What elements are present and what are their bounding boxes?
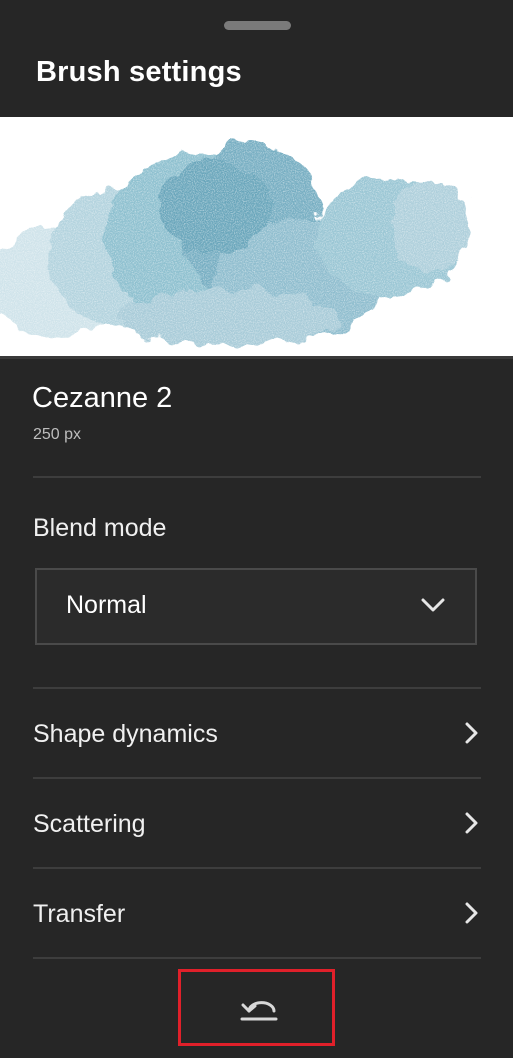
shape-dynamics-row[interactable]: Shape dynamics [33,690,481,776]
panel-title: Brush settings [36,56,242,88]
brush-stroke-image [0,117,513,356]
chevron-down-icon [421,597,445,618]
divider [33,957,481,959]
scattering-label: Scattering [33,810,146,838]
brush-settings-panel: Brush settings Cezanne 2 250 px Blend mo… [0,0,513,1058]
brush-stroke-preview [0,117,513,356]
drag-handle[interactable] [224,21,291,30]
divider [33,867,481,869]
brush-name: Cezanne 2 [32,382,173,414]
preview-divider [0,356,513,359]
reset-button[interactable] [178,969,335,1046]
divider [33,687,481,689]
reset-icon [239,996,279,1027]
chevron-right-icon [464,902,478,929]
divider [33,476,481,478]
brush-size: 250 px [33,426,82,443]
shape-dynamics-label: Shape dynamics [33,720,218,748]
blend-mode-dropdown[interactable]: Normal [35,568,477,645]
scattering-row[interactable]: Scattering [33,780,481,866]
divider [33,777,481,779]
chevron-right-icon [464,722,478,749]
blend-mode-label: Blend mode [33,514,167,542]
chevron-right-icon [464,812,478,839]
blend-mode-value: Normal [66,591,147,619]
transfer-row[interactable]: Transfer [33,870,481,956]
transfer-label: Transfer [33,900,126,928]
